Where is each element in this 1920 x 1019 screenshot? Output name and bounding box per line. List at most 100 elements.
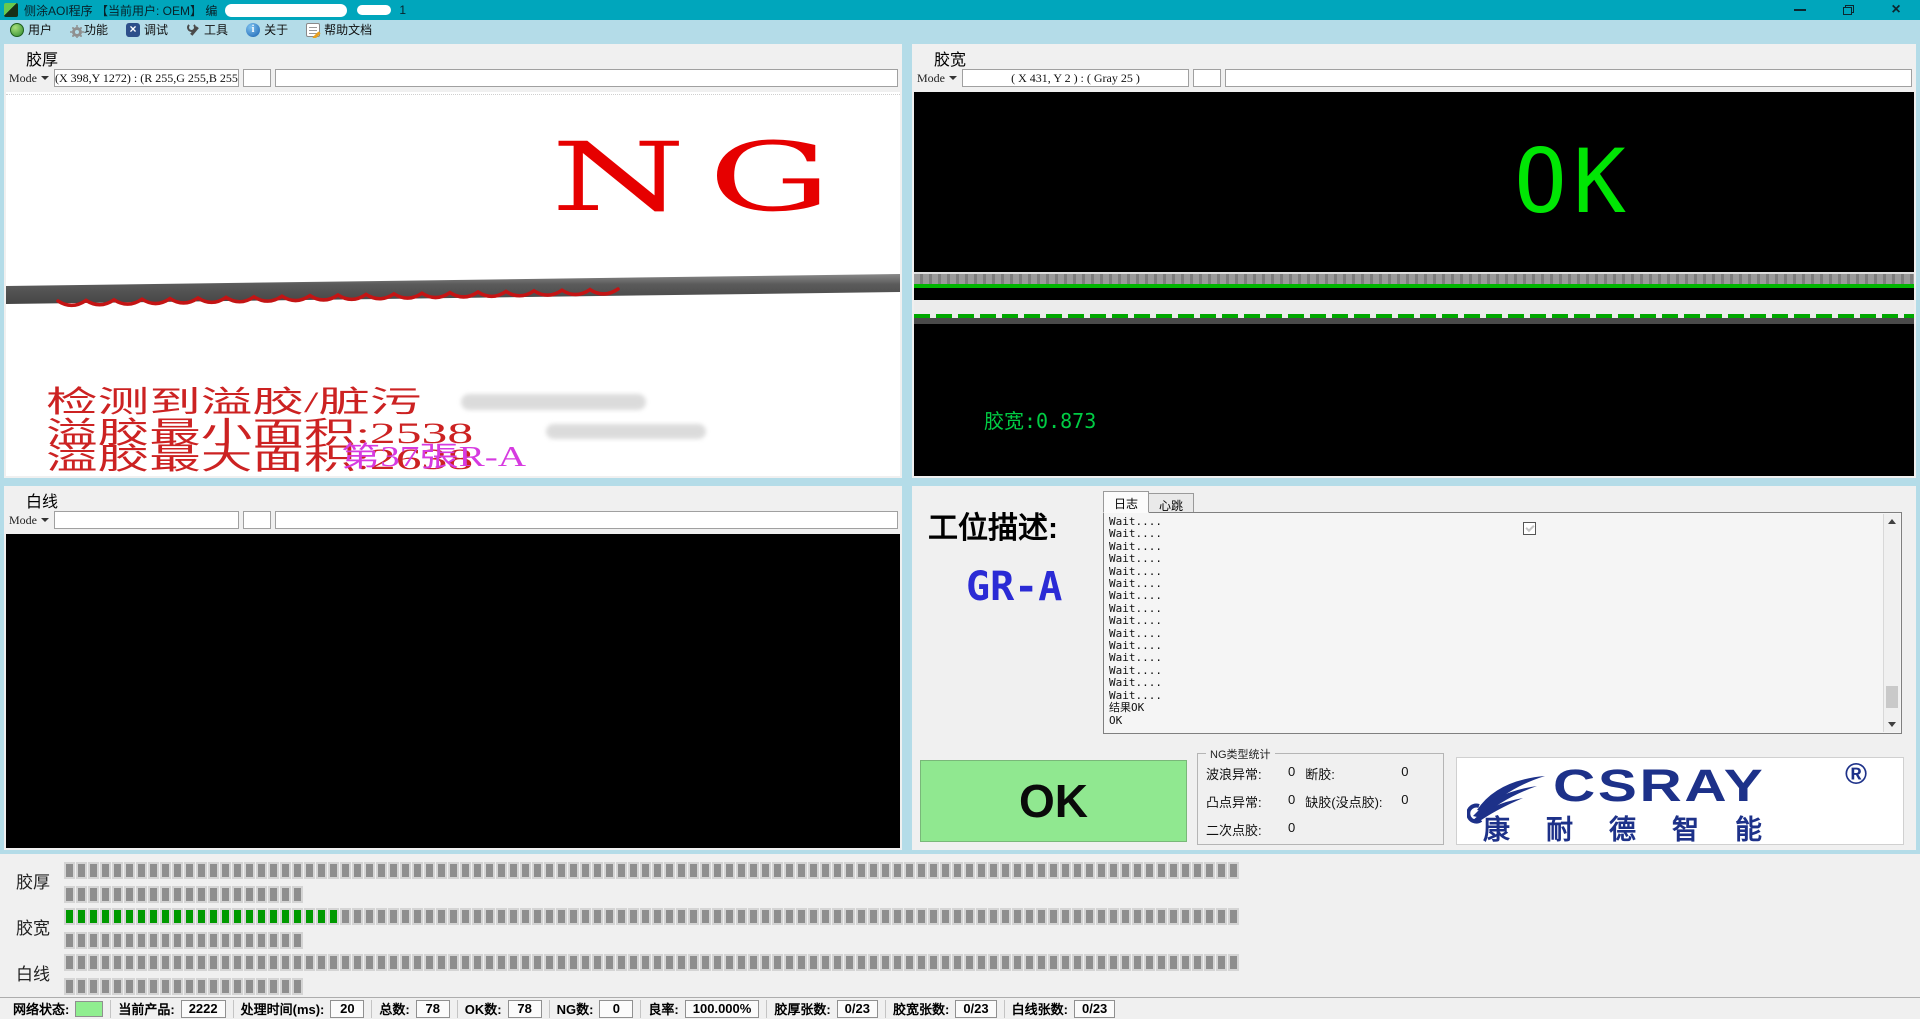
indicator-cell [556, 908, 567, 925]
ng-type-stats-groupbox: NG类型统计 波浪异常:0凸点异常:0二次点胶:0 断胶:0缺胶(没点胶):0 [1197, 753, 1444, 845]
indicator-cell [196, 978, 207, 995]
small-field[interactable] [243, 69, 271, 87]
log-line: OK [1109, 715, 1881, 727]
ng-stat-value: 0 [1288, 820, 1295, 839]
menu-item-about[interactable]: 关于 [246, 21, 288, 38]
indicator-cell [760, 954, 771, 971]
indicator-cell [424, 954, 435, 971]
indicator-cell [160, 908, 171, 925]
mode-dropdown[interactable]: Mode [8, 511, 50, 529]
indicator-cell [676, 908, 687, 925]
indicator-cell [208, 954, 219, 971]
wide-field[interactable] [1225, 69, 1912, 87]
indicator-cell [136, 954, 147, 971]
indicator-cell [268, 908, 279, 925]
mode-dropdown[interactable]: Mode [916, 69, 958, 87]
pixel-readout-field[interactable] [54, 511, 239, 529]
log-listbox[interactable]: Wait....Wait....Wait....Wait....Wait....… [1103, 512, 1902, 734]
indicator-cell [544, 954, 555, 971]
indicator-cell [1156, 908, 1167, 925]
indicator-cell [88, 886, 99, 903]
indicator-cell [124, 978, 135, 995]
menu-item-debug[interactable]: 调试 [126, 21, 168, 38]
indicator-cell [1228, 954, 1239, 971]
strip-label-1: 胶宽 [16, 914, 50, 939]
result-ok-button[interactable]: OK [920, 760, 1187, 842]
station-description-label: 工位描述: [928, 503, 1058, 547]
panel-glue-width: 胶宽 Mode ( X 431, Y 2 ) : ( Gray 25 ) OK … [912, 44, 1916, 478]
menu-item-tools[interactable]: 工具 [186, 21, 228, 38]
indicator-cell [1120, 954, 1131, 971]
status-item: 总数:78 [372, 999, 456, 1018]
indicator-cell [1108, 908, 1119, 925]
restore-button[interactable] [1824, 0, 1872, 20]
menu-item-help-doc[interactable]: 帮助文档 [306, 21, 372, 38]
small-field[interactable] [243, 511, 271, 529]
log-tab-1[interactable]: 心跳 [1149, 493, 1194, 513]
menu-item-user[interactable]: 用户 [10, 21, 52, 38]
indicator-cell [460, 954, 471, 971]
menu-item-gear[interactable]: 功能 [70, 21, 108, 38]
ng-stat-label: 波浪异常: [1206, 764, 1288, 783]
pixel-readout-field[interactable]: ( X 431, Y 2 ) : ( Gray 25 ) [962, 69, 1189, 87]
indicator-cell [352, 862, 363, 879]
ng-stat-row: 断胶:0 [1305, 764, 1408, 783]
indicator-cell [856, 862, 867, 879]
scroll-down-button[interactable] [1884, 717, 1900, 732]
indicator-cell [1096, 862, 1107, 879]
indicator-cell [1060, 908, 1071, 925]
indicator-cell [664, 908, 675, 925]
indicator-cell [616, 908, 627, 925]
indicator-cell [100, 908, 111, 925]
status-label: OK数: [465, 999, 502, 1018]
ng-stat-label: 二次点胶: [1206, 820, 1288, 839]
indicator-cell [268, 978, 279, 995]
mode-dropdown[interactable]: Mode [8, 69, 50, 87]
indicator-cell [904, 954, 915, 971]
wide-field[interactable] [275, 511, 898, 529]
indicator-cell [880, 954, 891, 971]
indicator-cell [484, 954, 495, 971]
status-item: 胶宽张数:0/23 [886, 999, 1004, 1018]
indicator-cell [1132, 954, 1143, 971]
indicator-cell [1144, 908, 1155, 925]
scrollbar-thumb[interactable] [1886, 686, 1898, 708]
indicator-cell [1060, 862, 1071, 879]
indicator-cell [976, 862, 987, 879]
log-checkbox[interactable] [1523, 522, 1536, 535]
indicator-cell [1156, 954, 1167, 971]
minimize-button[interactable] [1776, 0, 1824, 20]
indicator-cell [172, 954, 183, 971]
indicator-cell [1204, 908, 1215, 925]
indicator-cell [784, 908, 795, 925]
indicator-cell [1000, 908, 1011, 925]
pixel-readout-field[interactable]: (X 398,Y 1272) : (R 255,G 255,B 255) [54, 69, 239, 87]
window-title-suffix: 1 [399, 3, 406, 17]
indicator-cell [76, 862, 87, 879]
small-field[interactable] [1193, 69, 1221, 87]
inspection-image-glue-width: OK 胶宽:0.873 [914, 92, 1914, 476]
wide-field[interactable] [275, 69, 898, 87]
status-value: 0 [599, 1000, 633, 1018]
indicator-cell [196, 908, 207, 925]
chevron-down-icon [41, 76, 49, 80]
close-button[interactable]: × [1872, 0, 1920, 20]
indicator-cell [928, 954, 939, 971]
indicator-cell [412, 908, 423, 925]
scroll-up-button[interactable] [1884, 514, 1900, 529]
indicator-cell [400, 908, 411, 925]
status-item: 网络状态: [6, 999, 110, 1018]
indicator-cell [304, 862, 315, 879]
indicator-cell [196, 862, 207, 879]
indicator-cell [268, 932, 279, 949]
status-label: 良率: [648, 999, 678, 1018]
toolbar: Mode ( X 431, Y 2 ) : ( Gray 25 ) [916, 68, 1912, 88]
log-tab-0[interactable]: 日志 [1103, 491, 1149, 513]
indicator-cell [232, 862, 243, 879]
indicator-cell [508, 908, 519, 925]
chevron-down-icon [949, 76, 957, 80]
ng-stats-col1: 波浪异常:0凸点异常:0二次点胶:0 [1206, 764, 1295, 840]
indicator-cell [64, 954, 75, 971]
toolbar: Mode [8, 510, 898, 530]
indicator-cell [784, 862, 795, 879]
